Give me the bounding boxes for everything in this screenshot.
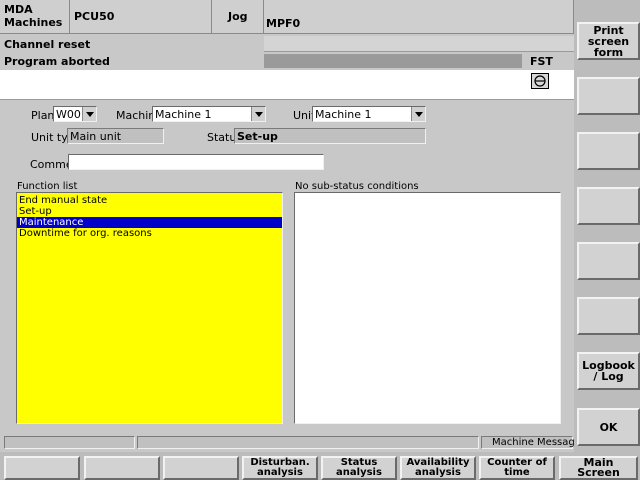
softkey-empty[interactable]: [577, 242, 640, 280]
status-analysis-button[interactable]: Status analysis: [321, 456, 397, 480]
substatus-label: No sub-status conditions: [295, 181, 419, 192]
chevron-down-icon[interactable]: [251, 107, 265, 121]
status-field: Set-up: [234, 128, 426, 144]
function-list[interactable]: End manual state Set-up Maintenance Down…: [16, 192, 283, 424]
function-list-label: Function list: [17, 181, 78, 192]
softkey-empty[interactable]: [577, 77, 640, 115]
unit-type-field: Main unit: [67, 128, 164, 144]
print-screen-button[interactable]: Print screen form: [577, 22, 640, 60]
softkey-empty[interactable]: [84, 456, 160, 480]
plant-dropdown[interactable]: W001: [53, 106, 97, 122]
program-status: Program aborted: [4, 55, 110, 68]
comment-input[interactable]: [68, 154, 324, 170]
area-label: MDA Machines: [0, 0, 70, 34]
substatus-list[interactable]: [294, 192, 561, 424]
disturbance-analysis-button[interactable]: Disturban. analysis: [242, 456, 318, 480]
logbook-button[interactable]: Logbook / Log: [577, 352, 640, 390]
softkey-empty[interactable]: [577, 297, 640, 335]
fst-label: FST: [530, 55, 553, 68]
status-value: Set-up: [237, 130, 278, 143]
softkey-empty[interactable]: [577, 187, 640, 225]
unit-type-value: Main unit: [70, 130, 122, 143]
message-line: [0, 70, 574, 100]
mode-label: Jog: [212, 0, 264, 34]
machine-dropdown[interactable]: Machine 1: [152, 106, 266, 122]
counter-of-time-button[interactable]: Counter of time: [479, 456, 555, 480]
softkey-empty[interactable]: [163, 456, 239, 480]
availability-analysis-button[interactable]: Availability analysis: [400, 456, 476, 480]
machine-message: Machine Message: [481, 436, 581, 449]
channel-switch-icon[interactable]: [531, 73, 549, 89]
unit-dropdown[interactable]: Machine 1: [312, 106, 426, 122]
softkey-empty[interactable]: [4, 456, 80, 480]
unit-value: Machine 1: [315, 108, 372, 121]
list-item[interactable]: Set-up: [17, 206, 282, 217]
main-screen-button[interactable]: Main Screen: [559, 456, 638, 480]
list-item[interactable]: Downtime for org. reasons: [17, 228, 282, 239]
list-item[interactable]: End manual state: [17, 195, 282, 206]
list-item[interactable]: Maintenance: [17, 217, 282, 228]
unit-label: PCU50: [70, 0, 212, 34]
progress-bar: [264, 54, 522, 68]
channel-status-bar: [264, 36, 574, 52]
chevron-down-icon[interactable]: [82, 107, 96, 121]
status-line-segment: [4, 436, 135, 449]
status-line-segment: [137, 436, 479, 449]
channel-status: Channel reset: [4, 38, 91, 51]
program-label: MPF0: [264, 0, 574, 34]
ok-button[interactable]: OK: [577, 408, 640, 446]
chevron-down-icon[interactable]: [411, 107, 425, 121]
softkey-empty[interactable]: [577, 132, 640, 170]
machine-value: Machine 1: [155, 108, 212, 121]
